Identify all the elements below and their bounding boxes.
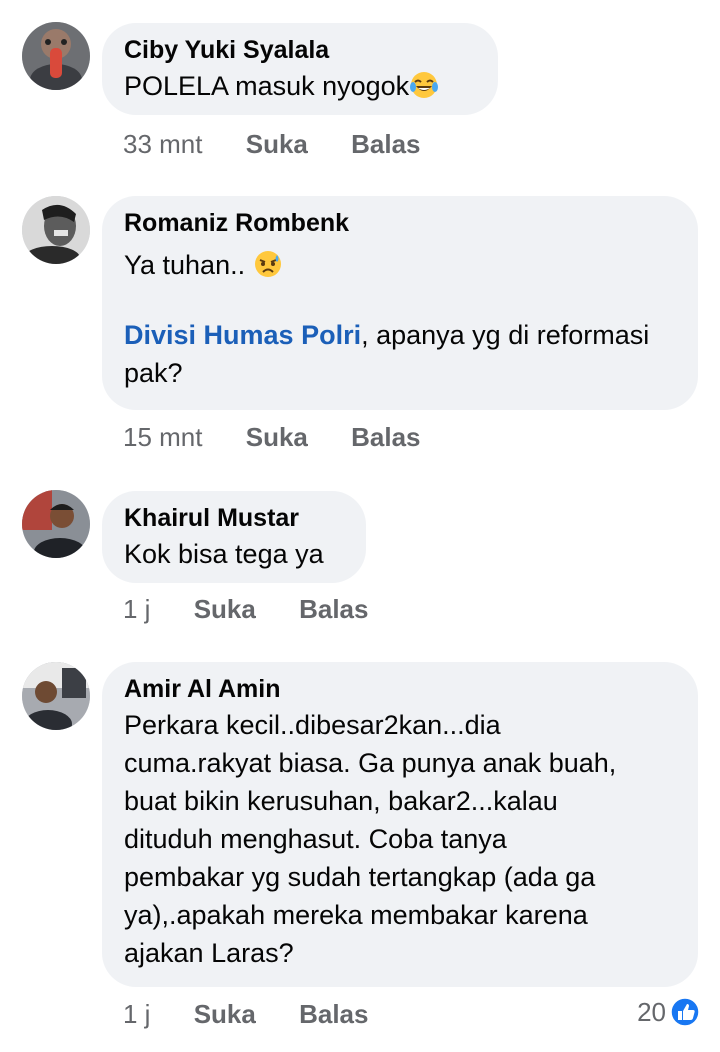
comment-author[interactable]: Amir Al Amin (124, 672, 676, 706)
like-button[interactable]: Suka (194, 998, 256, 1030)
comment-text-line: ya),.apakah mereka membakar karena (124, 900, 588, 930)
comment-bubble: Khairul Mustar Kok bisa tega ya (102, 491, 366, 583)
comment-bubble: Amir Al Amin Perkara kecil..dibesar2kan.… (102, 662, 698, 987)
reply-button[interactable]: Balas (299, 998, 368, 1030)
comment-text-content: Ya tuhan.. (124, 250, 253, 280)
thumbs-up-icon (670, 997, 700, 1027)
comment-text-content: POLELA masuk nyogok (124, 71, 410, 101)
comment-author[interactable]: Khairul Mustar (124, 501, 344, 535)
comment-time[interactable]: 1 j (123, 998, 150, 1030)
like-button[interactable]: Suka (246, 128, 308, 160)
comment-text-line: Perkara kecil..dibesar2kan...dia (124, 710, 501, 740)
comment-actions: 1 j Suka Balas (123, 998, 368, 1030)
avatar[interactable] (22, 662, 90, 730)
comment-author[interactable]: Ciby Yuki Syalala (124, 33, 476, 67)
reply-button[interactable]: Balas (351, 421, 420, 453)
sad-but-relieved-emoji (254, 251, 281, 277)
tears-of-joy-emoji (410, 72, 439, 98)
comment-text-line: buat bikin kerusuhan, bakar2...kalau (124, 786, 558, 816)
reaction-summary[interactable]: 20 (637, 996, 700, 1028)
mention-link[interactable]: Divisi Humas Polri (124, 320, 361, 350)
like-button[interactable]: Suka (194, 593, 256, 625)
comment-text: POLELA masuk nyogok (124, 67, 476, 105)
comment-bubble: Romaniz Rombenk Ya tuhan.. Divisi Humas … (102, 196, 698, 410)
comment-text-line: ajakan Laras? (124, 938, 294, 968)
comment-time[interactable]: 33 mnt (123, 128, 203, 160)
comment-time[interactable]: 1 j (123, 593, 150, 625)
comment-actions: 15 mnt Suka Balas (123, 421, 421, 453)
comment-actions: 1 j Suka Balas (123, 593, 368, 625)
comment-text: Ya tuhan.. Divisi Humas Polri, apanya yg… (124, 246, 676, 392)
reply-button[interactable]: Balas (351, 128, 420, 160)
comment-text-content: Kok bisa tega ya (124, 539, 324, 569)
reaction-count: 20 (637, 997, 666, 1027)
comment-author[interactable]: Romaniz Rombenk (124, 206, 676, 240)
comment-text: Perkara kecil..dibesar2kan...dia cuma.ra… (124, 706, 676, 972)
comment-text-line: pembakar yg sudah tertangkap (ada ga (124, 862, 596, 892)
reply-button[interactable]: Balas (299, 593, 368, 625)
avatar[interactable] (22, 196, 90, 264)
comment-time[interactable]: 15 mnt (123, 421, 203, 453)
comment-actions: 33 mnt Suka Balas (123, 128, 421, 160)
avatar[interactable] (22, 490, 90, 558)
comment-text-line: dituduh menghasut. Coba tanya (124, 824, 507, 854)
like-button[interactable]: Suka (246, 421, 308, 453)
comment-bubble: Ciby Yuki Syalala POLELA masuk nyogok (102, 23, 498, 115)
comment-text-line: cuma.rakyat biasa. Ga punya anak buah, (124, 748, 617, 778)
avatar[interactable] (22, 22, 90, 90)
